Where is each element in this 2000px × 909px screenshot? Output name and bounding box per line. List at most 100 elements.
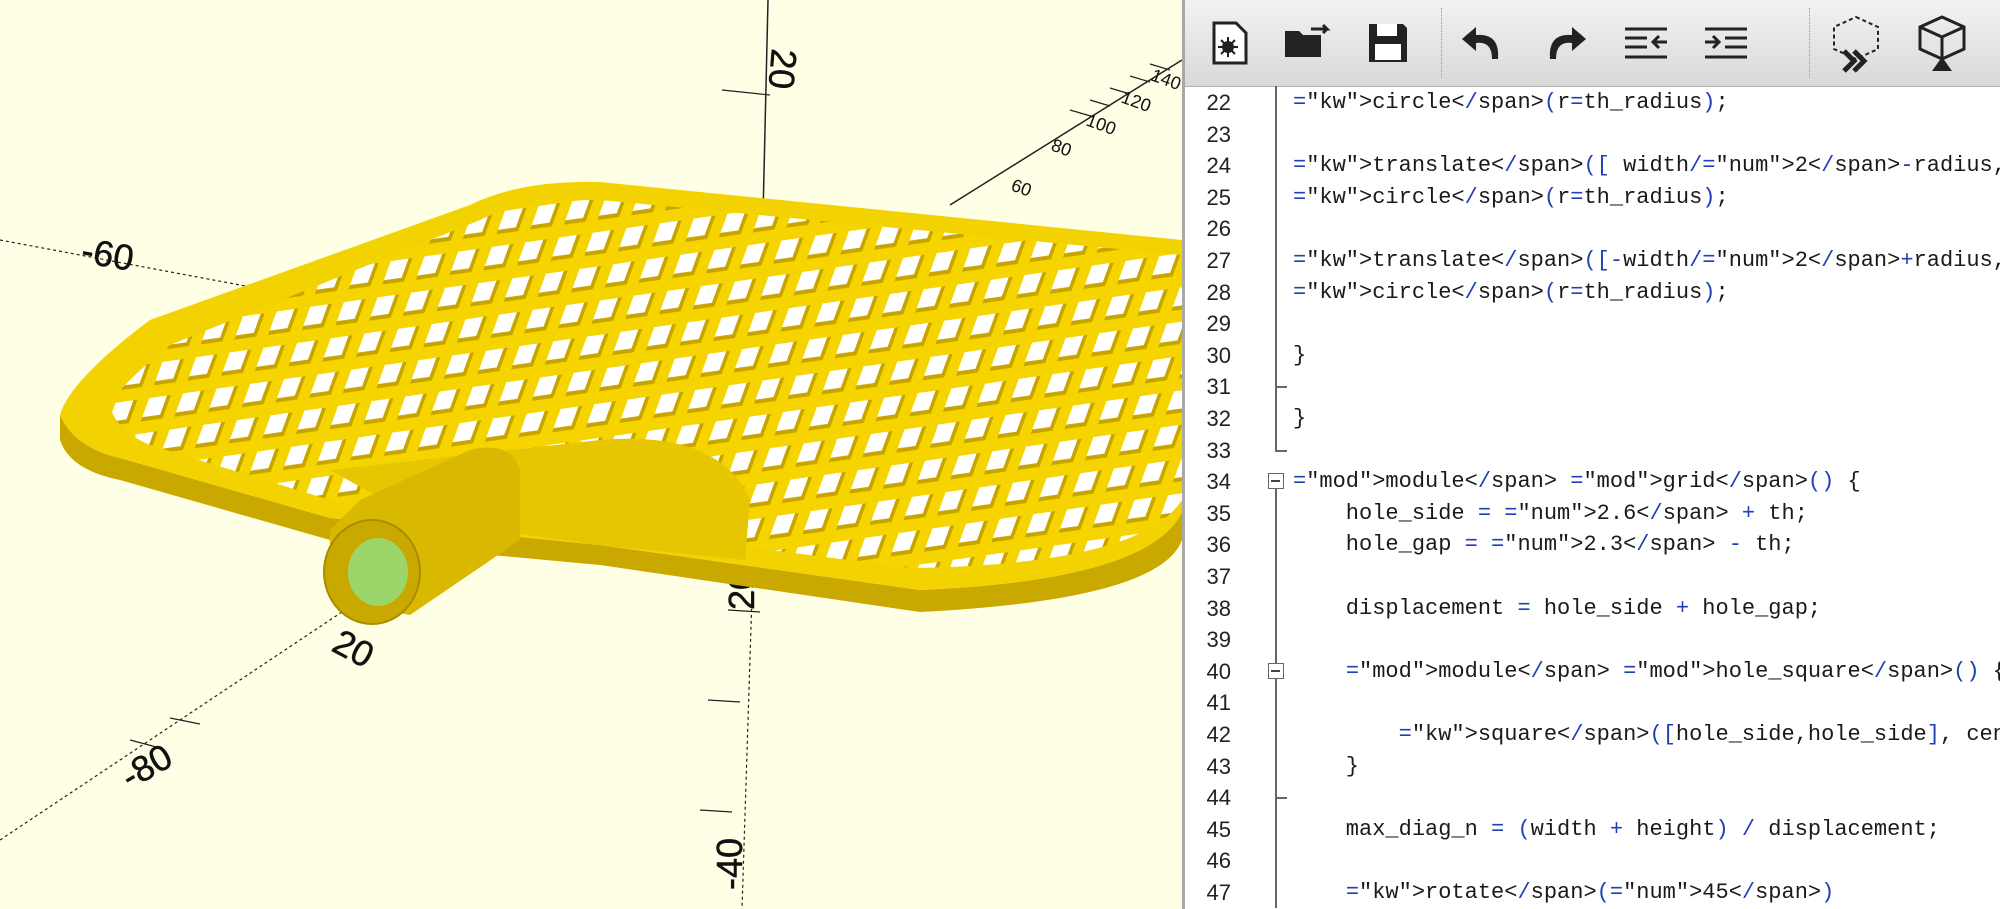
line-number: 46 xyxy=(1206,848,1231,874)
code-line[interactable]: 25 ="kw">circle</span>(r=th_radius); xyxy=(1185,181,2000,213)
code-line[interactable]: 31 xyxy=(1185,370,2000,402)
code-line[interactable]: 44 xyxy=(1185,781,2000,813)
code-line[interactable]: 45 max_diag_n = (width + height) / displ… xyxy=(1185,813,2000,845)
code-line[interactable]: 36 hole_gap = ="num">2.3</span> - th; xyxy=(1185,528,2000,560)
code-line[interactable]: 41 xyxy=(1185,686,2000,718)
line-number: 30 xyxy=(1206,342,1231,368)
render-icon[interactable] xyxy=(1911,12,1973,74)
code-text[interactable]: ="mod">module</span> ="mod">hole_square<… xyxy=(1293,659,2000,684)
editor-toolbar xyxy=(1185,0,2000,87)
viewport-scene: 20 20 -40 -60 -4 -80 20 60 80 100 120 14… xyxy=(0,0,1182,909)
code-text[interactable]: ="mod">module</span> ="mod">grid</span>(… xyxy=(1293,469,1861,494)
fold-toggle-icon[interactable] xyxy=(1268,473,1284,490)
axis-label-x-60: -60 xyxy=(79,230,137,279)
3d-viewport[interactable]: 20 20 -40 -60 -4 -80 20 60 80 100 120 14… xyxy=(0,0,1182,909)
code-line[interactable]: 26 xyxy=(1185,212,2000,244)
line-number: 35 xyxy=(1206,500,1231,526)
code-line[interactable]: 30} xyxy=(1185,339,2000,371)
code-line[interactable]: 40 ="mod">module</span> ="mod">hole_squa… xyxy=(1185,655,2000,687)
code-line[interactable]: 27 ="kw">translate</span>([-width/="num">… xyxy=(1185,244,2000,276)
axis-label-y-100: 100 xyxy=(1084,110,1119,139)
code-editor[interactable]: 22 ="kw">circle</span>(r=th_radius); 23 24 =… xyxy=(1185,86,2000,909)
code-text[interactable]: ="kw">circle</span>(r=th_radius); xyxy=(1293,90,1729,115)
redo-icon[interactable] xyxy=(1535,12,1597,74)
code-text[interactable]: } xyxy=(1293,754,1359,779)
code-text[interactable]: ="kw">translate</span>([-width/="num">2<… xyxy=(1293,248,2000,273)
fold-toggle-icon[interactable] xyxy=(1268,662,1284,679)
line-number: 31 xyxy=(1206,374,1231,400)
fold-line xyxy=(1275,86,1277,450)
axis-label-y-60: 60 xyxy=(1009,175,1035,201)
undo-icon[interactable] xyxy=(1451,12,1513,74)
axis-label-z-20: 20 xyxy=(761,47,805,90)
line-number: 40 xyxy=(1206,658,1231,684)
line-number: 37 xyxy=(1206,564,1231,589)
code-line[interactable]: 35 hole_side = ="num">2.6</span> + th; xyxy=(1185,497,2000,529)
code-line[interactable]: 33 xyxy=(1185,434,2000,466)
code-text[interactable]: ="kw">square</span>([hole_side,hole_side… xyxy=(1293,722,2000,747)
line-number: 26 xyxy=(1206,216,1231,242)
code-text[interactable]: ="kw">translate</span>([ width/="num">2<… xyxy=(1293,153,2000,178)
code-line[interactable]: 46 xyxy=(1185,844,2000,876)
preview-icon[interactable] xyxy=(1825,12,1887,74)
code-line[interactable]: 42 ="kw">square</span>([hole_side,hole_s… xyxy=(1185,718,2000,750)
code-text[interactable]: ="kw">circle</span>(r=th_radius); xyxy=(1293,280,1729,305)
code-text[interactable]: } xyxy=(1293,406,1306,431)
code-text[interactable]: max_diag_n = (width + height) / displace… xyxy=(1293,817,1940,842)
handle-tube-hole xyxy=(348,538,408,606)
line-number: 44 xyxy=(1206,785,1231,811)
line-number: 39 xyxy=(1206,627,1231,653)
code-line[interactable]: 43 } xyxy=(1185,750,2000,782)
code-line[interactable]: 32} xyxy=(1185,402,2000,434)
code-line[interactable]: 38 displacement = hole_side + hole_gap; xyxy=(1185,592,2000,624)
line-number: 33 xyxy=(1206,437,1231,463)
code-text[interactable]: displacement = hole_side + hole_gap; xyxy=(1293,596,1821,621)
line-number: 43 xyxy=(1206,753,1231,779)
line-number: 41 xyxy=(1206,690,1231,716)
line-number: 38 xyxy=(1206,595,1231,621)
line-number: 34 xyxy=(1206,469,1231,495)
line-number: 42 xyxy=(1206,722,1231,747)
line-number: 45 xyxy=(1206,816,1231,842)
save-icon[interactable] xyxy=(1357,12,1419,74)
code-line[interactable]: 24 ="kw">translate</span>([ width/="num">… xyxy=(1185,149,2000,181)
code-text[interactable]: ="kw">rotate</span>(="num">45</span>) xyxy=(1293,880,1835,905)
line-number: 23 xyxy=(1206,121,1231,147)
line-number: 24 xyxy=(1206,153,1231,179)
code-line[interactable]: 22 ="kw">circle</span>(r=th_radius); xyxy=(1185,86,2000,118)
line-number: 36 xyxy=(1206,532,1231,558)
line-number: 28 xyxy=(1206,279,1231,305)
open-folder-icon[interactable] xyxy=(1277,12,1339,74)
editor-panel: 22 ="kw">circle</span>(r=th_radius); 23 24 =… xyxy=(1182,0,2000,909)
line-number: 27 xyxy=(1206,248,1231,273)
code-line[interactable]: 34 ="mod">module</span> ="mod">grid</span… xyxy=(1185,465,2000,497)
axis-label-y-140: 140 xyxy=(1149,65,1182,94)
fold-line xyxy=(1275,489,1277,908)
axis-label-z-40: -40 xyxy=(709,838,750,890)
line-number: 32 xyxy=(1206,406,1231,431)
fold-end-marker xyxy=(1275,797,1287,800)
line-number: 22 xyxy=(1206,90,1231,115)
unindent-icon[interactable] xyxy=(1615,12,1677,74)
code-line[interactable]: 47 ="kw">rotate</span>(="num">45</span>) xyxy=(1185,876,2000,908)
code-line[interactable]: 28 ="kw">circle</span>(r=th_radius); xyxy=(1185,276,2000,308)
line-number: 25 xyxy=(1206,184,1231,210)
code-text[interactable]: hole_side = ="num">2.6</span> + th; xyxy=(1293,501,1808,526)
new-file-icon[interactable] xyxy=(1199,12,1261,74)
code-text[interactable]: } xyxy=(1293,343,1306,368)
code-text[interactable]: ="kw">circle</span>(r=th_radius); xyxy=(1293,185,1729,210)
axis-label-y-20: 20 xyxy=(326,621,381,676)
axis-label-y-120: 120 xyxy=(1119,87,1154,116)
code-line[interactable]: 39 xyxy=(1185,623,2000,655)
code-line[interactable]: 29 xyxy=(1185,307,2000,339)
code-text[interactable]: hole_gap = ="num">2.3</span> - th; xyxy=(1293,532,1795,557)
fold-end-marker xyxy=(1275,386,1287,389)
axis-label-y-80b: 80 xyxy=(1049,135,1075,161)
indent-icon[interactable] xyxy=(1695,12,1757,74)
axis-label-y-80: -80 xyxy=(114,735,180,797)
code-line[interactable]: 23 xyxy=(1185,118,2000,150)
line-number: 29 xyxy=(1206,311,1231,337)
code-line[interactable]: 37 xyxy=(1185,560,2000,592)
fold-end-marker xyxy=(1275,449,1287,452)
line-number: 47 xyxy=(1206,880,1231,905)
